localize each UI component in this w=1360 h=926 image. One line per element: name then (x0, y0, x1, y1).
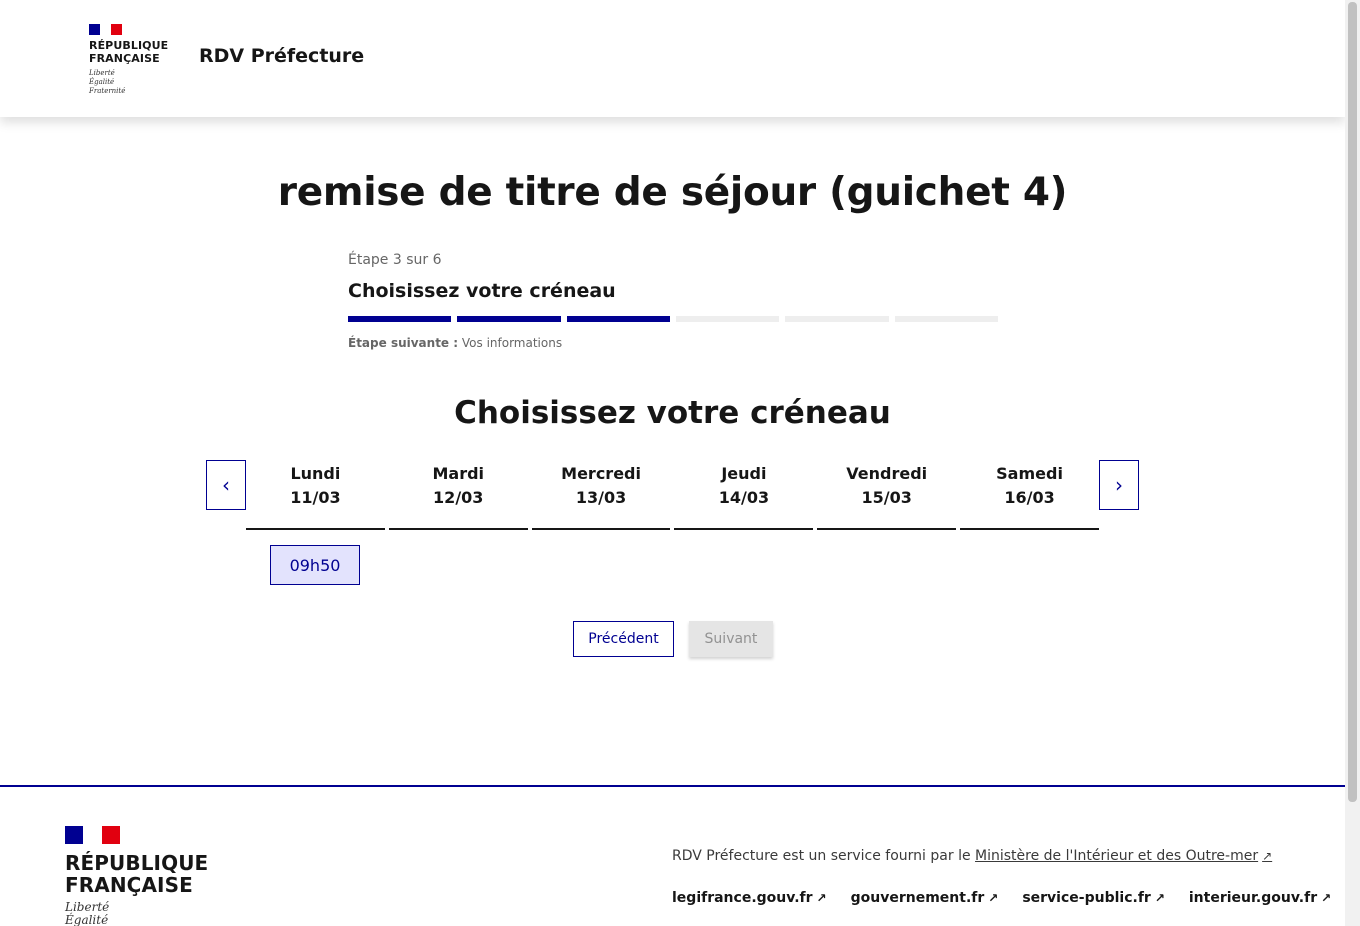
scrollbar-thumb[interactable] (1348, 2, 1357, 802)
day-date: 13/03 (575, 488, 627, 507)
marianne-flag-icon (89, 24, 122, 35)
day-date: 16/03 (1004, 488, 1055, 507)
external-link-icon: ↗ (1262, 849, 1273, 863)
stepper: Étape 3 sur 6 Choisissez votre créneau É… (348, 252, 998, 350)
ministry-link[interactable]: Ministère de l'Intérieur et des Outre-me… (975, 848, 1272, 864)
service-name[interactable]: RDV Préfecture (199, 45, 364, 67)
day-name: Lundi (290, 464, 341, 483)
external-link-icon: ↗ (988, 891, 999, 905)
external-link-icon: ↗ (816, 891, 827, 905)
motto-liberte: Liberté (89, 69, 115, 77)
motto: Liberté Égalité Fraternité (89, 69, 179, 96)
footer-link-label: interieur.gouv.fr (1188, 890, 1318, 906)
footer-description: RDV Préfecture est un service fourni par… (672, 848, 1272, 864)
footer-motto: Liberté Égalité (65, 901, 205, 926)
external-link-icon: ↗ (1321, 891, 1332, 905)
previous-week-button[interactable]: ‹ (206, 460, 246, 510)
day-column: Mercredi 13/03 (531, 460, 671, 530)
footer-logo-line-2: FRANÇAISE (65, 873, 193, 897)
day-date: 11/03 (290, 488, 341, 507)
footer-link-label: service-public.fr (1022, 890, 1151, 906)
footer-description-text: RDV Préfecture est un service fourni par… (672, 848, 971, 864)
day-date: 12/03 (433, 488, 484, 507)
day-name: Mercredi (561, 464, 641, 483)
steps-progress-bar (348, 316, 998, 322)
step-segment (457, 316, 561, 322)
footer-logo[interactable]: RÉPUBLIQUE FRANÇAISE Liberté Égalité (65, 826, 209, 926)
day-column: Mardi 12/03 (388, 460, 528, 530)
next-step-value: Vos informations (461, 336, 563, 350)
chevron-right-icon: › (1115, 473, 1123, 497)
motto-egalite: Égalité (89, 78, 115, 86)
day-name: Mardi (432, 464, 485, 483)
day-date: 15/03 (861, 488, 912, 507)
next-week-button[interactable]: › (1099, 460, 1139, 510)
step-segment (348, 316, 452, 322)
time-slot-button[interactable]: 09h50 (270, 545, 360, 585)
logo-line-2: FRANÇAISE (89, 52, 160, 65)
footer-link[interactable]: gouvernement.fr ↗ (851, 890, 999, 906)
step-segment (675, 316, 780, 322)
day-name: Vendredi (846, 464, 928, 483)
step-count: Étape 3 sur 6 (348, 252, 442, 268)
next-button-disabled: Suivant (689, 621, 773, 657)
day-name: Jeudi (721, 464, 767, 483)
section-title: Choisissez votre créneau (454, 395, 891, 431)
next-step-label: Étape suivante : (348, 336, 459, 350)
step-title: Choisissez votre créneau (348, 280, 616, 302)
footer-link-label: legifrance.gouv.fr (672, 890, 813, 906)
day-columns: Lundi 11/03 Mardi 12/03 Mercredi 13/03 Jeudi 14… (246, 460, 1099, 530)
previous-button[interactable]: Précédent (573, 621, 674, 657)
motto-fraternite: Fraternité (89, 87, 126, 95)
footer-motto-egalite: Égalité (65, 913, 109, 926)
marianne-flag-icon (65, 826, 120, 844)
footer-link-label: gouvernement.fr (850, 890, 985, 906)
footer-logo-line-1: RÉPUBLIQUE (65, 851, 209, 875)
day-date: 14/03 (718, 488, 770, 507)
step-segment (566, 316, 670, 322)
republique-francaise-logo[interactable]: RÉPUBLIQUE FRANÇAISE Liberté Égalité Fra… (89, 24, 179, 96)
step-segment (894, 316, 998, 322)
chevron-left-icon: ‹ (222, 473, 230, 497)
site-footer: RÉPUBLIQUE FRANÇAISE Liberté Égalité RDV… (0, 785, 1345, 926)
footer-link[interactable]: legifrance.gouv.fr ↗ (672, 890, 827, 906)
day-column: Lundi 11/03 (246, 460, 385, 530)
external-link-icon: ↗ (1154, 891, 1165, 905)
day-column: Samedi 16/03 (960, 460, 1099, 530)
footer-link[interactable]: service-public.fr ↗ (1022, 890, 1165, 906)
day-column: Jeudi 14/03 (674, 460, 814, 530)
day-name: Samedi (996, 464, 1063, 483)
page-title: remise de titre de séjour (guichet 4) (277, 170, 1068, 215)
step-segment (785, 316, 889, 322)
day-column: Vendredi 15/03 (817, 460, 957, 530)
logo-line-1: RÉPUBLIQUE (89, 39, 169, 52)
ministry-link-label: Ministère de l'Intérieur et des Outre-me… (975, 848, 1259, 864)
footer-links: legifrance.gouv.fr ↗ gouvernement.fr ↗ servi… (672, 890, 1331, 906)
footer-link[interactable]: interieur.gouv.fr ↗ (1189, 890, 1331, 906)
next-step: Étape suivante : Vos informations (348, 336, 998, 350)
site-header: RÉPUBLIQUE FRANÇAISE Liberté Égalité Fra… (0, 0, 1345, 117)
vertical-scrollbar[interactable] (1345, 0, 1360, 926)
